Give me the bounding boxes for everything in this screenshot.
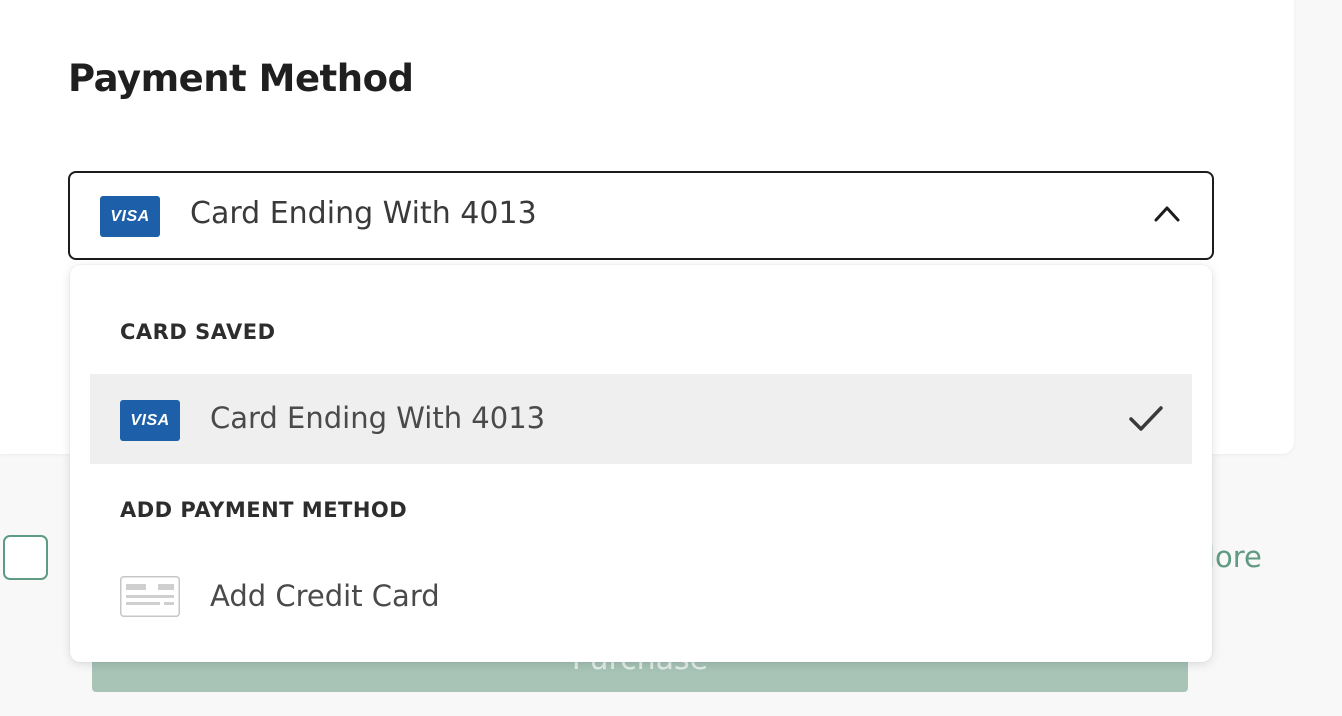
saved-card-option[interactable]: VISA Card Ending With 4013 xyxy=(90,374,1192,464)
add-payment-method-header: ADD PAYMENT METHOD xyxy=(120,498,408,522)
payment-method-select[interactable]: VISA Card Ending With 4013 xyxy=(68,171,1214,260)
visa-icon: VISA xyxy=(100,196,160,237)
checkmark-icon xyxy=(1129,406,1163,431)
saved-card-label: Card Ending With 4013 xyxy=(210,401,546,435)
payment-method-dropdown: CARD SAVED VISA Card Ending With 4013 AD… xyxy=(70,265,1212,662)
credit-card-icon xyxy=(120,576,180,617)
visa-icon: VISA xyxy=(120,400,180,441)
selected-payment-label: Card Ending With 4013 xyxy=(190,196,537,231)
add-credit-card-option[interactable]: Add Credit Card xyxy=(90,552,1192,642)
chevron-up-icon[interactable] xyxy=(1152,199,1182,229)
add-credit-card-label: Add Credit Card xyxy=(210,579,440,613)
page-title: Payment Method xyxy=(68,57,414,100)
card-saved-header: CARD SAVED xyxy=(120,320,276,344)
checkbox[interactable] xyxy=(3,535,48,580)
